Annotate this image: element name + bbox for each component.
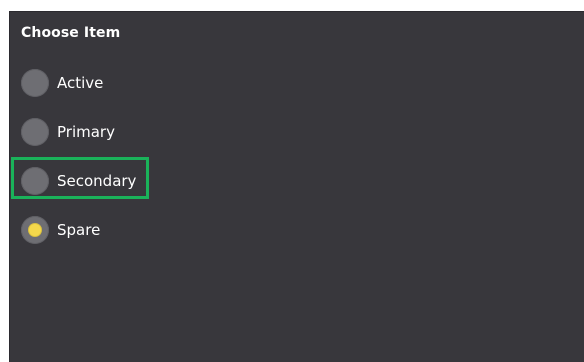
- radio-option-secondary[interactable]: Secondary: [21, 165, 136, 197]
- radio-button-active[interactable]: [21, 69, 49, 97]
- radio-label-active: Active: [57, 74, 104, 92]
- radio-group: Active Primary Secondary Spare: [10, 12, 584, 362]
- radio-dot-icon: [29, 126, 41, 138]
- choose-item-panel: Choose Item Active Primary Secondary Spa…: [9, 11, 584, 362]
- radio-option-primary[interactable]: Primary: [21, 116, 115, 148]
- radio-label-spare: Spare: [57, 221, 101, 239]
- radio-label-secondary: Secondary: [57, 172, 137, 190]
- radio-button-spare[interactable]: [21, 216, 49, 244]
- radio-button-primary[interactable]: [21, 118, 49, 146]
- radio-dot-icon: [29, 77, 41, 89]
- radio-selected-dot-icon: [29, 224, 41, 236]
- radio-label-primary: Primary: [57, 123, 115, 141]
- radio-button-secondary[interactable]: [21, 167, 49, 195]
- radio-option-active[interactable]: Active: [21, 67, 103, 99]
- radio-option-spare[interactable]: Spare: [21, 214, 100, 246]
- radio-dot-icon: [29, 175, 41, 187]
